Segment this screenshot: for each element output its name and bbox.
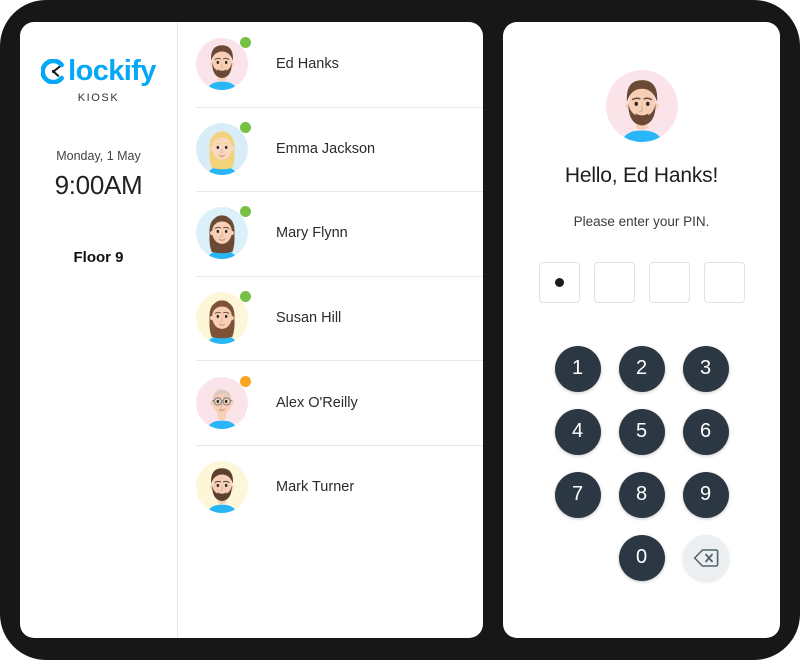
clockify-logo-text: lockify bbox=[68, 55, 156, 87]
keypad-key-9[interactable]: 9 bbox=[682, 471, 729, 518]
user-name: Emma Jackson bbox=[276, 140, 376, 157]
keypad-cell: 3 bbox=[674, 337, 738, 400]
keypad-cell: 8 bbox=[610, 463, 674, 526]
kiosk-subtitle: KIOSK bbox=[77, 92, 120, 104]
status-dot-online bbox=[240, 291, 251, 303]
user-name: Ed Hanks bbox=[276, 56, 339, 73]
pin-filled-dot bbox=[554, 278, 564, 287]
pin-prompt-text: Please enter your PIN. bbox=[573, 214, 710, 229]
pin-entry-screen: Hello, Ed Hanks! Please enter your PIN. … bbox=[503, 22, 780, 638]
status-dot-online bbox=[240, 121, 251, 133]
user-name: Alex O'Reilly bbox=[276, 394, 358, 411]
keypad-key-6[interactable]: 6 bbox=[682, 408, 729, 455]
user-list-item[interactable]: Emma Jackson bbox=[178, 106, 483, 192]
greeting-text: Hello, Ed Hanks! bbox=[564, 164, 719, 187]
keypad-cell: 4 bbox=[546, 400, 610, 463]
keypad-spacer bbox=[555, 535, 601, 581]
avatar bbox=[196, 461, 248, 514]
keypad-cell: 7 bbox=[546, 463, 610, 526]
pin-digit-box[interactable] bbox=[703, 262, 745, 303]
numeric-keypad: 123 456 7890 bbox=[546, 337, 738, 589]
user-list-item[interactable]: Mary Flynn bbox=[178, 191, 483, 276]
keypad-cell: 5 bbox=[610, 400, 674, 463]
clockify-logo: lockify bbox=[41, 57, 156, 86]
status-dot-online bbox=[240, 206, 251, 218]
user-name: Mary Flynn bbox=[276, 225, 348, 242]
user-name: Susan Hill bbox=[276, 310, 342, 327]
keypad-cell: 9 bbox=[674, 463, 738, 526]
backspace-icon[interactable] bbox=[682, 534, 729, 581]
keypad-cell bbox=[674, 526, 738, 589]
avatar-ed-hanks bbox=[605, 70, 678, 142]
status-dot-away bbox=[240, 375, 251, 387]
kiosk-screen-left: lockify KIOSK Monday, 1 May 9:00AM Floor… bbox=[20, 22, 483, 638]
avatar bbox=[196, 121, 251, 175]
tablet-bezel: lockify KIOSK Monday, 1 May 9:00AM Floor… bbox=[0, 0, 800, 660]
pin-digit-box[interactable] bbox=[648, 262, 690, 303]
pin-digit-box[interactable] bbox=[593, 262, 635, 303]
avatar bbox=[196, 375, 251, 429]
user-list-item[interactable]: Ed Hanks bbox=[178, 22, 483, 107]
keypad-key-5[interactable]: 5 bbox=[618, 408, 665, 455]
avatar bbox=[196, 206, 251, 260]
keypad-cell bbox=[546, 526, 610, 589]
user-name: Mark Turner bbox=[276, 479, 355, 496]
keypad-key-2[interactable]: 2 bbox=[618, 345, 665, 392]
keypad-cell: 6 bbox=[674, 400, 738, 463]
keypad-key-7[interactable]: 7 bbox=[554, 471, 601, 518]
avatar bbox=[196, 37, 251, 91]
keypad-cell: 0 bbox=[610, 526, 674, 589]
keypad-key-0[interactable]: 0 bbox=[618, 534, 665, 581]
keypad-key-4[interactable]: 4 bbox=[554, 408, 601, 455]
keypad-cell: 2 bbox=[610, 337, 674, 400]
user-list-item[interactable]: Mark Turner bbox=[178, 444, 483, 530]
avatar-ed-hanks bbox=[196, 38, 248, 91]
current-date: Monday, 1 May bbox=[56, 149, 141, 163]
clockify-clock-icon bbox=[41, 59, 65, 84]
pin-input-group[interactable] bbox=[538, 262, 745, 303]
sidebar: lockify KIOSK Monday, 1 May 9:00AM Floor… bbox=[20, 22, 178, 638]
pin-digit-box[interactable] bbox=[538, 262, 580, 303]
user-list-item[interactable]: Alex O'Reilly bbox=[178, 360, 483, 445]
keypad-cell: 1 bbox=[546, 337, 610, 400]
current-time: 9:00AM bbox=[54, 170, 143, 200]
keypad-key-8[interactable]: 8 bbox=[618, 471, 665, 518]
user-list: Ed Hanks Emma Jackson Mary Flynn Susan Hill… bbox=[178, 22, 483, 638]
avatar-mark-turner bbox=[196, 461, 248, 514]
user-list-item[interactable]: Susan Hill bbox=[178, 275, 483, 361]
kiosk-location: Floor 9 bbox=[73, 249, 124, 266]
status-dot-online bbox=[240, 37, 251, 49]
avatar bbox=[196, 291, 251, 345]
keypad-key-3[interactable]: 3 bbox=[682, 345, 729, 392]
keypad-key-1[interactable]: 1 bbox=[554, 345, 601, 392]
avatar-mary-flynn bbox=[196, 207, 248, 260]
